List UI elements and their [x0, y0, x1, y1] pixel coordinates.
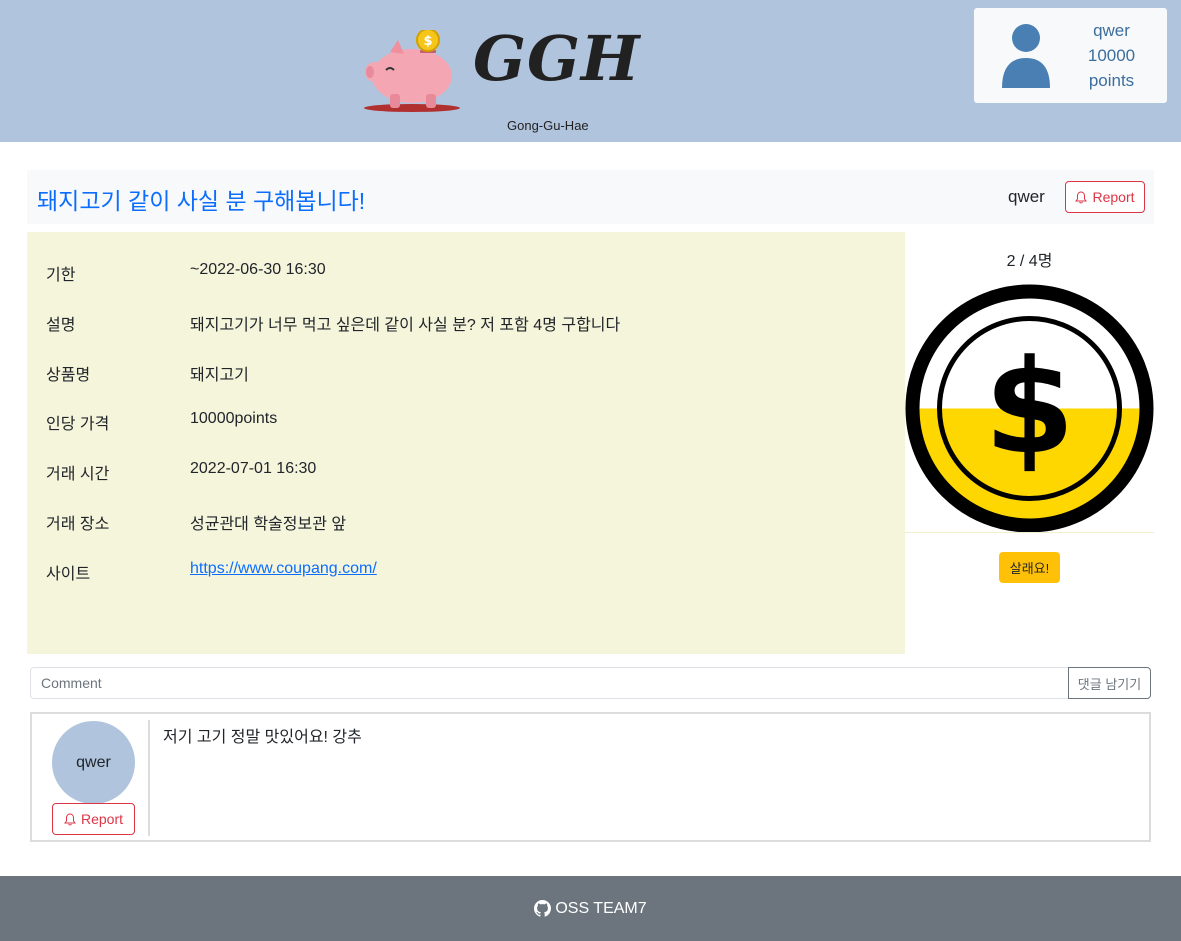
- submit-comment-button[interactable]: 댓글 남기기: [1068, 667, 1151, 699]
- logo-subtitle: Gong-Gu-Hae: [507, 118, 589, 133]
- detail-value: 2022-07-01 16:30: [190, 460, 317, 477]
- buy-button[interactable]: 살래요!: [999, 552, 1060, 583]
- participant-count: 2 / 4명: [1006, 253, 1053, 270]
- report-post-button[interactable]: Report: [1065, 181, 1145, 213]
- detail-label: 기한: [46, 267, 76, 284]
- detail-value: https://www.coupang.com/: [190, 560, 377, 584]
- user-info: qwer 10000 points: [1074, 18, 1149, 93]
- detail-row-description: 설명 돼지고기가 너무 먹고 싶은데 같이 사실 분? 저 포함 4명 구합니다: [46, 311, 620, 335]
- svg-text:$: $: [984, 331, 1074, 483]
- bell-icon: [1075, 190, 1088, 203]
- site-logo[interactable]: $ GGH Gong-Gu-Hae: [360, 20, 640, 135]
- post-details: 기한 ~2022-06-30 16:30 설명 돼지고기가 너무 먹고 싶은데 …: [27, 232, 905, 654]
- detail-value: 10000points: [190, 410, 278, 427]
- detail-label: 인당 가격: [46, 416, 110, 433]
- detail-label: 거래 시간: [46, 466, 110, 483]
- comment-text: 저기 고기 정말 맛있어요! 강추: [163, 729, 362, 746]
- post-author: qwer: [1008, 187, 1045, 206]
- post-title-bar: 돼지고기 같이 사실 분 구해봅니다! qwer Report: [27, 170, 1154, 224]
- user-name: qwer: [1093, 21, 1130, 40]
- github-icon[interactable]: [534, 900, 552, 917]
- report-label: Report: [80, 811, 124, 827]
- user-profile-card[interactable]: qwer 10000 points: [974, 8, 1167, 103]
- detail-label: 상품명: [46, 367, 91, 384]
- detail-value: 성균관대 학술정보관 앞: [190, 516, 347, 533]
- report-comment-button[interactable]: Report: [52, 803, 135, 835]
- detail-row-price: 인당 가격 10000points: [46, 410, 277, 434]
- detail-value: 돼지고기가 너무 먹고 싶은데 같이 사실 분? 저 포함 4명 구합니다: [190, 317, 621, 334]
- detail-label: 거래 장소: [46, 516, 110, 533]
- comment-author: qwer: [76, 753, 111, 771]
- detail-label: 사이트: [46, 566, 91, 583]
- comment-input[interactable]: [30, 667, 1069, 699]
- comment-item: qwer Report 저기 고기 정말 맛있어요! 강추: [30, 712, 1151, 842]
- report-label: Report: [1092, 189, 1135, 205]
- user-points-unit: points: [1088, 71, 1135, 90]
- logo-text: GGH: [473, 22, 641, 95]
- site-link[interactable]: https://www.coupang.com/: [190, 560, 377, 577]
- site-footer: OSS TEAM7: [0, 876, 1181, 941]
- user-points: 10000: [1087, 46, 1136, 65]
- site-header: $ GGH Gong-Gu-Hae qwer 10000 points: [0, 0, 1181, 142]
- detail-row-trade-place: 거래 장소 성균관대 학술정보관 앞: [46, 510, 346, 534]
- detail-row-product: 상품명 돼지고기: [46, 361, 249, 385]
- detail-value: 돼지고기: [190, 367, 249, 384]
- detail-value: ~2022-06-30 16:30: [190, 261, 326, 278]
- comment-divider: [148, 720, 150, 836]
- piggy-bank-icon: $: [364, 30, 460, 112]
- detail-row-site: 사이트 https://www.coupang.com/: [46, 560, 377, 584]
- detail-label: 설명: [46, 317, 76, 334]
- dollar-coin-icon: $: [905, 284, 1154, 533]
- divider: [905, 532, 1154, 533]
- detail-row-deadline: 기한 ~2022-06-30 16:30: [46, 261, 326, 285]
- bell-icon: [63, 812, 76, 825]
- footer-text: OSS TEAM7: [555, 899, 647, 917]
- detail-row-trade-time: 거래 시간 2022-07-01 16:30: [46, 460, 316, 484]
- person-icon: [1002, 24, 1050, 88]
- avatar: qwer: [52, 721, 135, 804]
- progress-panel: 2 / 4명 $ 살래요!: [905, 232, 1154, 654]
- post-title: 돼지고기 같이 사실 분 구해봅니다!: [37, 188, 366, 214]
- svg-text:$: $: [423, 34, 432, 49]
